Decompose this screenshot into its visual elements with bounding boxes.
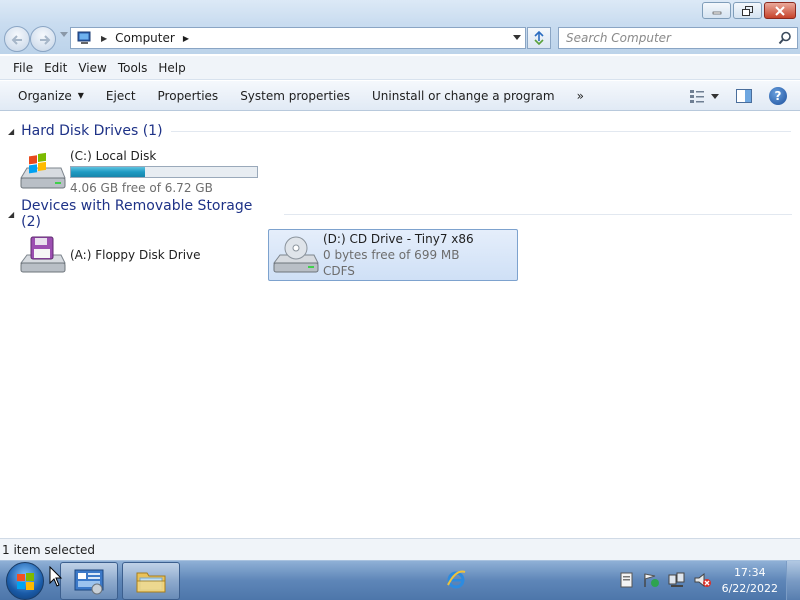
minimize-icon <box>712 11 721 14</box>
drive-free-space: 4.06 GB free of 6.72 GB <box>70 181 213 195</box>
menu-edit[interactable]: Edit <box>39 61 72 75</box>
windows-logo-icon <box>17 573 34 590</box>
file-list-area: ◢ Hard Disk Drives (1) (C:) Local Disk 4… <box>0 112 800 538</box>
address-dropdown-icon[interactable] <box>513 35 521 41</box>
search-icon[interactable] <box>778 31 792 45</box>
minimize-button[interactable] <box>702 2 731 19</box>
recent-pages-dropdown-icon[interactable] <box>60 32 68 38</box>
preview-pane-icon <box>736 89 752 103</box>
restore-button[interactable] <box>733 2 762 19</box>
computer-icon <box>77 31 91 44</box>
internet-explorer-icon[interactable] <box>446 569 466 589</box>
restore-icon <box>741 5 753 16</box>
drive-item-d[interactable]: (D:) CD Drive - Tiny7 x86 0 bytes free o… <box>268 229 518 281</box>
hard-drive-icon <box>16 148 68 196</box>
notification-document-icon[interactable] <box>620 572 634 588</box>
window-titlebar <box>0 0 800 24</box>
clock-time: 17:34 <box>733 566 766 579</box>
system-tray <box>620 572 712 588</box>
menu-view[interactable]: View <box>73 61 111 75</box>
organize-button[interactable]: Organize ▼ <box>10 85 92 107</box>
address-bar[interactable]: ▶ Computer ▶ <box>70 27 526 49</box>
back-arrow-icon <box>11 35 22 45</box>
group-title: Hard Disk Drives (1) <box>21 123 163 139</box>
selection-status: 1 item selected <box>2 542 96 557</box>
drive-details: (A:) Floppy Disk Drive <box>70 247 201 263</box>
uninstall-program-button[interactable]: Uninstall or change a program <box>364 85 563 107</box>
command-bar: Organize ▼ Eject Properties System prope… <box>0 81 800 111</box>
status-bar: 1 item selected <box>0 538 800 560</box>
more-commands-button[interactable]: » <box>569 85 592 107</box>
drive-item-c[interactable]: (C:) Local Disk 4.06 GB free of 6.72 GB <box>16 146 266 198</box>
refresh-button[interactable] <box>527 27 551 49</box>
floppy-drive-icon <box>16 231 68 279</box>
volume-muted-icon[interactable] <box>694 572 712 588</box>
menu-help[interactable]: Help <box>153 61 190 75</box>
menu-bar: File Edit View Tools Help <box>0 56 800 80</box>
view-controls: ? <box>686 85 790 107</box>
breadcrumb-computer[interactable]: Computer <box>115 31 175 45</box>
change-view-button[interactable] <box>686 85 722 107</box>
help-button[interactable]: ? <box>766 85 790 107</box>
network-icon[interactable] <box>668 572 686 588</box>
drive-name: (D:) CD Drive - Tiny7 x86 <box>323 232 474 246</box>
preview-pane-button[interactable] <box>732 85 756 107</box>
taskbar-explorer-button[interactable] <box>122 562 180 600</box>
search-input[interactable] <box>559 28 769 48</box>
group-divider <box>283 213 792 215</box>
drive-item-a[interactable]: (A:) Floppy Disk Drive <box>16 229 256 281</box>
more-label: » <box>576 88 584 103</box>
breadcrumb-separator-icon[interactable]: ▶ <box>101 34 107 43</box>
help-icon: ? <box>769 87 787 105</box>
uninstall-label: Uninstall or change a program <box>372 88 555 103</box>
clock[interactable]: 17:34 6/22/2022 <box>722 565 778 597</box>
drive-file-system: CDFS <box>323 264 355 278</box>
window-controls <box>702 2 796 19</box>
menu-file[interactable]: File <box>8 61 38 75</box>
back-button[interactable] <box>4 26 30 52</box>
cd-drive-icon <box>269 231 321 279</box>
action-center-flag-icon[interactable] <box>642 572 660 588</box>
taskbar: 17:34 6/22/2022 <box>0 560 800 600</box>
forward-button[interactable] <box>30 26 56 52</box>
group-header-removable-storage[interactable]: ◢ Devices with Removable Storage (2) <box>8 198 792 230</box>
group-header-hard-disks[interactable]: ◢ Hard Disk Drives (1) <box>8 121 792 141</box>
group-title: Devices with Removable Storage (2) <box>21 198 253 230</box>
navigation-bar: ▶ Computer ▶ <box>0 24 800 54</box>
drive-name: (C:) Local Disk <box>70 149 157 163</box>
group-divider <box>170 130 791 132</box>
organize-label: Organize <box>18 88 72 103</box>
start-button[interactable] <box>6 562 44 600</box>
chevron-down-icon: ▼ <box>77 91 84 100</box>
show-desktop-button[interactable] <box>786 561 800 600</box>
system-properties-label: System properties <box>240 88 350 103</box>
eject-label: Eject <box>105 88 136 103</box>
search-box <box>558 27 798 49</box>
drive-name: (A:) Floppy Disk Drive <box>70 248 201 262</box>
breadcrumb-separator-icon[interactable]: ▶ <box>183 34 189 43</box>
taskbar-control-panel-button[interactable] <box>60 562 118 600</box>
properties-label: Properties <box>157 88 219 103</box>
mouse-cursor-icon <box>49 566 63 587</box>
menu-tools[interactable]: Tools <box>113 61 153 75</box>
drive-details: (C:) Local Disk 4.06 GB free of 6.72 GB <box>70 148 258 196</box>
close-icon <box>775 5 785 16</box>
capacity-bar <box>70 166 258 178</box>
collapse-triangle-icon[interactable]: ◢ <box>8 127 14 136</box>
refresh-icon <box>534 31 544 45</box>
capacity-bar-fill <box>71 167 146 177</box>
drive-free-space: 0 bytes free of 699 MB <box>323 248 460 262</box>
properties-button[interactable]: Properties <box>150 85 227 107</box>
clock-date: 6/22/2022 <box>721 582 778 595</box>
collapse-triangle-icon[interactable]: ◢ <box>8 210 14 219</box>
system-properties-button[interactable]: System properties <box>232 85 358 107</box>
eject-button[interactable]: Eject <box>98 85 144 107</box>
folder-icon <box>136 572 166 593</box>
view-options-icon <box>690 90 719 103</box>
drive-details: (D:) CD Drive - Tiny7 x86 0 bytes free o… <box>323 231 474 279</box>
forward-arrow-icon <box>40 35 51 45</box>
control-panel-icon <box>74 569 104 595</box>
close-button[interactable] <box>764 2 796 19</box>
